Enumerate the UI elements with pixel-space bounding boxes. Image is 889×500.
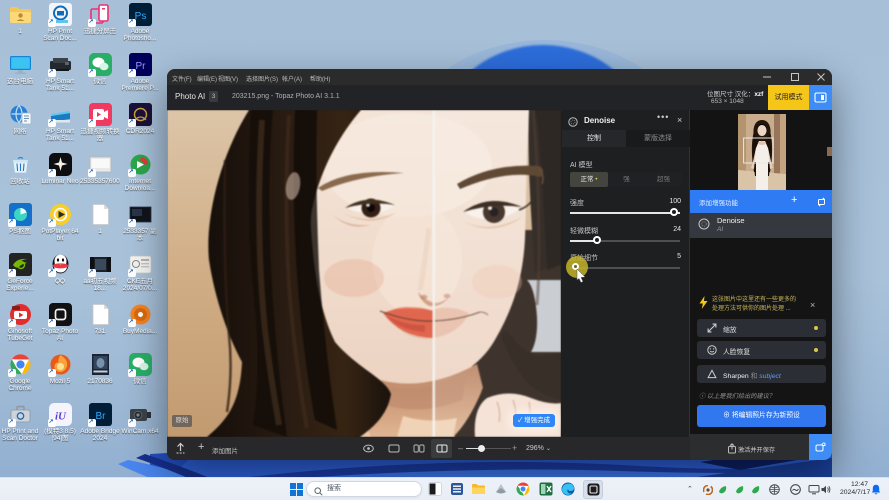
svg-text:Br: Br xyxy=(95,411,106,422)
svg-text:Pr: Pr xyxy=(135,61,146,72)
svg-text:Ps: Ps xyxy=(134,11,146,22)
svg-text:iU: iU xyxy=(55,411,67,423)
